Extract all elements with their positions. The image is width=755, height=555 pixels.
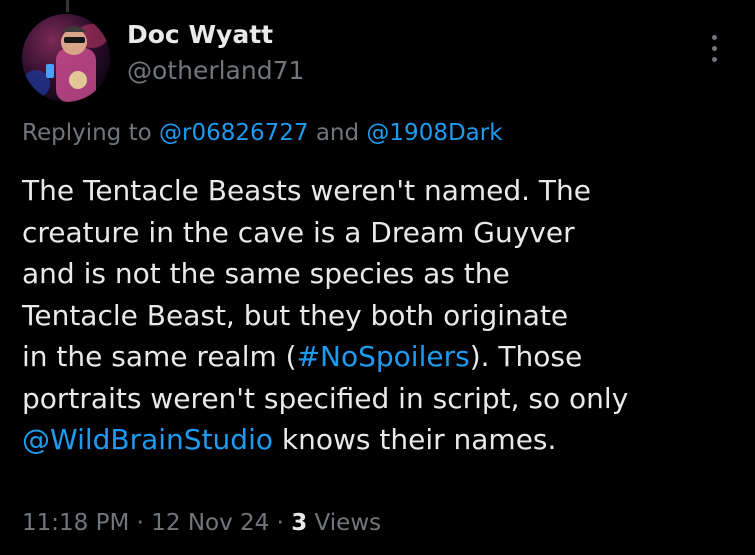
tweet-text-segment: knows their names. <box>273 423 557 456</box>
avatar-photo <box>22 14 110 102</box>
tweet-text-line: creature in the cave is a Dream Guyver <box>22 212 747 254</box>
meta-separator: · <box>269 510 292 536</box>
avatar[interactable] <box>22 14 110 102</box>
reply-mention-link[interactable]: @r06826727 <box>159 120 309 146</box>
tweet-text-line: Tentacle Beast, but they both originate <box>22 295 747 337</box>
meta-separator: · <box>129 510 152 536</box>
tweet-text-segment: ). Those <box>469 340 583 373</box>
hashtag-link[interactable]: #NoSpoilers <box>297 340 470 373</box>
tweet-text-segment: creature in the cave is a Dream Guyver <box>22 215 575 249</box>
tweet-text-segment: The Tentacle Beasts weren't named. The <box>22 174 592 207</box>
author-display-name[interactable]: Doc Wyatt <box>127 20 273 50</box>
replying-to-joiner: and <box>308 120 367 146</box>
tweet-text-line: in the same realm (#NoSpoilers). Those <box>22 336 747 378</box>
replying-to: Replying to @r06826727 and @1908Dark <box>22 118 503 148</box>
more-vertical-icon <box>711 34 717 40</box>
tweet-text-line: @WildBrainStudio knows their names. <box>22 419 747 461</box>
tweet-text-line: portraits weren't specified in script, s… <box>22 378 747 420</box>
tweet-text-segment: in the same realm ( <box>22 340 297 373</box>
tweet-date[interactable]: 12 Nov 24 <box>151 510 269 536</box>
tweet-text-line: and is not the same species as the <box>22 253 747 295</box>
more-vertical-icon-dot <box>711 45 717 51</box>
tweet-text-segment: portraits weren't specified in script, s… <box>22 381 629 415</box>
tweet-text: The Tentacle Beasts weren't named. The cr… <box>22 170 747 461</box>
views-count[interactable]: 3 <box>291 510 307 536</box>
thread-connector-line <box>66 0 69 12</box>
tweet-text-segment: Tentacle Beast, but they both originate <box>22 298 569 332</box>
reply-mention-link[interactable]: @1908Dark <box>366 120 502 146</box>
views-label: Views <box>307 510 382 536</box>
replying-to-prefix: Replying to <box>22 120 159 146</box>
tweet-meta: 11:18 PM · 12 Nov 24 · 3 Views <box>22 508 381 538</box>
tweet-time[interactable]: 11:18 PM <box>22 510 129 536</box>
mention-link[interactable]: @WildBrainStudio <box>22 423 273 456</box>
tweet-text-segment: and is not the same species as the <box>22 257 510 290</box>
more-vertical-icon-dot <box>711 56 717 62</box>
author-handle[interactable]: @otherland71 <box>127 56 304 86</box>
more-options-button[interactable] <box>700 28 728 68</box>
tweet-text-line: The Tentacle Beasts weren't named. The <box>22 170 747 212</box>
